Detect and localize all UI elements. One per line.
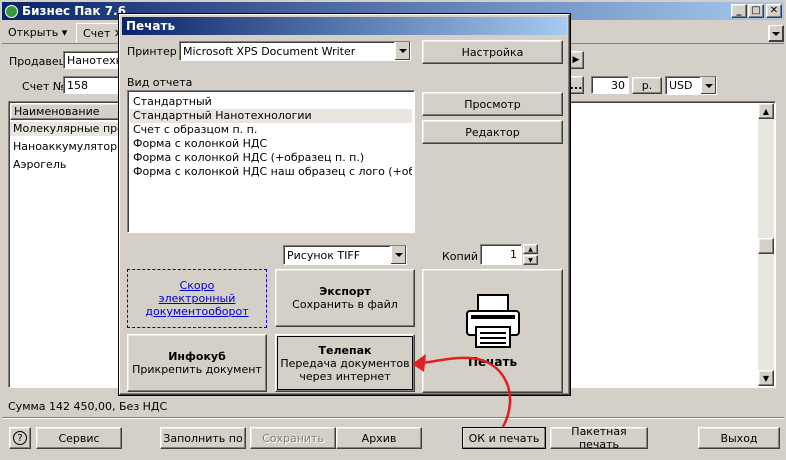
telepack-title: Телепак: [318, 343, 372, 357]
edoc-link-box[interactable]: Скоро электронный документооборот: [127, 269, 267, 328]
infocube-subtitle: Прикрепить документ: [132, 363, 262, 376]
minimize-button[interactable]: _: [731, 4, 747, 18]
infocube-button[interactable]: Инфокуб Прикрепить документ: [127, 334, 267, 392]
edoc-link-line2[interactable]: электронный: [159, 292, 236, 305]
setup-button[interactable]: Настройка: [422, 40, 563, 64]
edoc-link-line1[interactable]: Скоро: [180, 279, 215, 292]
preview-button[interactable]: Просмотр: [422, 92, 563, 116]
dialog-titlebar: Печать: [122, 17, 567, 35]
editor-button[interactable]: Редактор: [422, 120, 563, 144]
infocube-title: Инфокуб: [168, 350, 226, 363]
tabs-dropdown[interactable]: [768, 25, 784, 42]
export-title: Экспорт: [319, 285, 371, 298]
fill-by-button[interactable]: Заполнить по: [160, 427, 246, 449]
maximize-button[interactable]: □: [748, 4, 764, 18]
currency-select[interactable]: USD: [665, 76, 717, 95]
exit-button[interactable]: Выход: [698, 427, 780, 449]
printer-select[interactable]: Microsoft XPS Document Writer: [179, 41, 411, 61]
copies-stepper[interactable]: 1: [480, 244, 522, 265]
currency-unit: р.: [632, 77, 662, 94]
invoice-number-field[interactable]: 158: [63, 76, 123, 94]
amount-field[interactable]: 30: [591, 76, 629, 94]
export-button[interactable]: Экспорт Сохранить в файл: [275, 269, 415, 327]
list-item[interactable]: Форма с колонкой НДС наш образец с лого …: [130, 165, 412, 179]
batch-print-button[interactable]: Пакетная печать: [550, 425, 648, 451]
help-icon: ?: [13, 431, 27, 445]
scroll-down-button[interactable]: ▼: [758, 370, 774, 386]
service-button[interactable]: Сервис: [36, 427, 122, 449]
report-list[interactable]: Стандартный Стандартный Нанотехнологии С…: [127, 90, 415, 233]
edoc-link-line3[interactable]: документооборот: [145, 305, 248, 318]
telepack-subtitle-2: через интернет: [299, 369, 391, 383]
printer-label: Принтер: [127, 45, 177, 58]
telepack-subtitle-1: Передача документов: [280, 356, 410, 370]
format-select[interactable]: Рисунок TIFF: [283, 245, 407, 265]
help-button[interactable]: ?: [9, 427, 31, 449]
chevron-down-icon[interactable]: [394, 42, 410, 60]
scroll-thumb[interactable]: [758, 238, 774, 254]
save-button[interactable]: Сохранить: [250, 427, 336, 449]
telepack-button[interactable]: Телепак Передача документов через интерн…: [275, 334, 415, 392]
print-label: Печать: [467, 355, 518, 369]
vertical-scrollbar[interactable]: ▲ ▼: [758, 103, 774, 386]
list-item[interactable]: Форма с колонкой НДС: [130, 137, 412, 151]
print-button[interactable]: Печать: [422, 269, 563, 393]
export-subtitle: Сохранить в файл: [292, 298, 398, 311]
copies-up-button[interactable]: ▲: [523, 244, 538, 254]
invoice-label: Счет №: [22, 80, 65, 93]
printer-icon: [465, 294, 520, 348]
divider: [2, 417, 784, 419]
table-row[interactable]: Молекулярные проце: [10, 122, 130, 136]
copies-down-button[interactable]: ▼: [523, 255, 538, 265]
scroll-up-button[interactable]: ▲: [758, 103, 774, 119]
list-item[interactable]: Счет с образцом п. п.: [130, 123, 412, 137]
list-item[interactable]: Стандартный: [130, 95, 412, 109]
seller-field[interactable]: Нанотехно: [63, 51, 123, 69]
list-item[interactable]: Стандартный Нанотехнологии: [130, 109, 412, 123]
open-menu[interactable]: Открыть ▾: [8, 26, 67, 39]
table-row[interactable]: Аэрогель: [10, 158, 130, 172]
column-header-name[interactable]: Наименование: [10, 103, 130, 120]
list-item[interactable]: Форма с колонкой НДС (+образец п. п.): [130, 151, 412, 165]
seller-label: Продавец: [9, 55, 67, 68]
sum-text: Сумма 142 450,00, Без НДС: [8, 400, 168, 413]
more-button[interactable]: ...: [568, 76, 584, 94]
report-type-label: Вид отчета: [127, 76, 193, 89]
archive-button[interactable]: Архив: [336, 427, 422, 449]
table-row[interactable]: Наноаккумуляторы: [10, 140, 130, 154]
chevron-down-icon[interactable]: [700, 77, 716, 94]
chevron-down-icon[interactable]: [390, 246, 406, 264]
seller-next-button[interactable]: ▶: [568, 51, 584, 69]
print-dialog: Печать Принтер Microsoft XPS Document Wr…: [118, 13, 571, 396]
copies-label: Копий: [442, 250, 479, 263]
close-button[interactable]: ✕: [766, 4, 782, 18]
dialog-title: Печать: [126, 19, 176, 33]
ok-print-button[interactable]: ОК и печать: [462, 427, 546, 449]
app-title: Бизнес Пак 7.6: [22, 4, 126, 18]
app-logo-icon: [5, 4, 18, 18]
